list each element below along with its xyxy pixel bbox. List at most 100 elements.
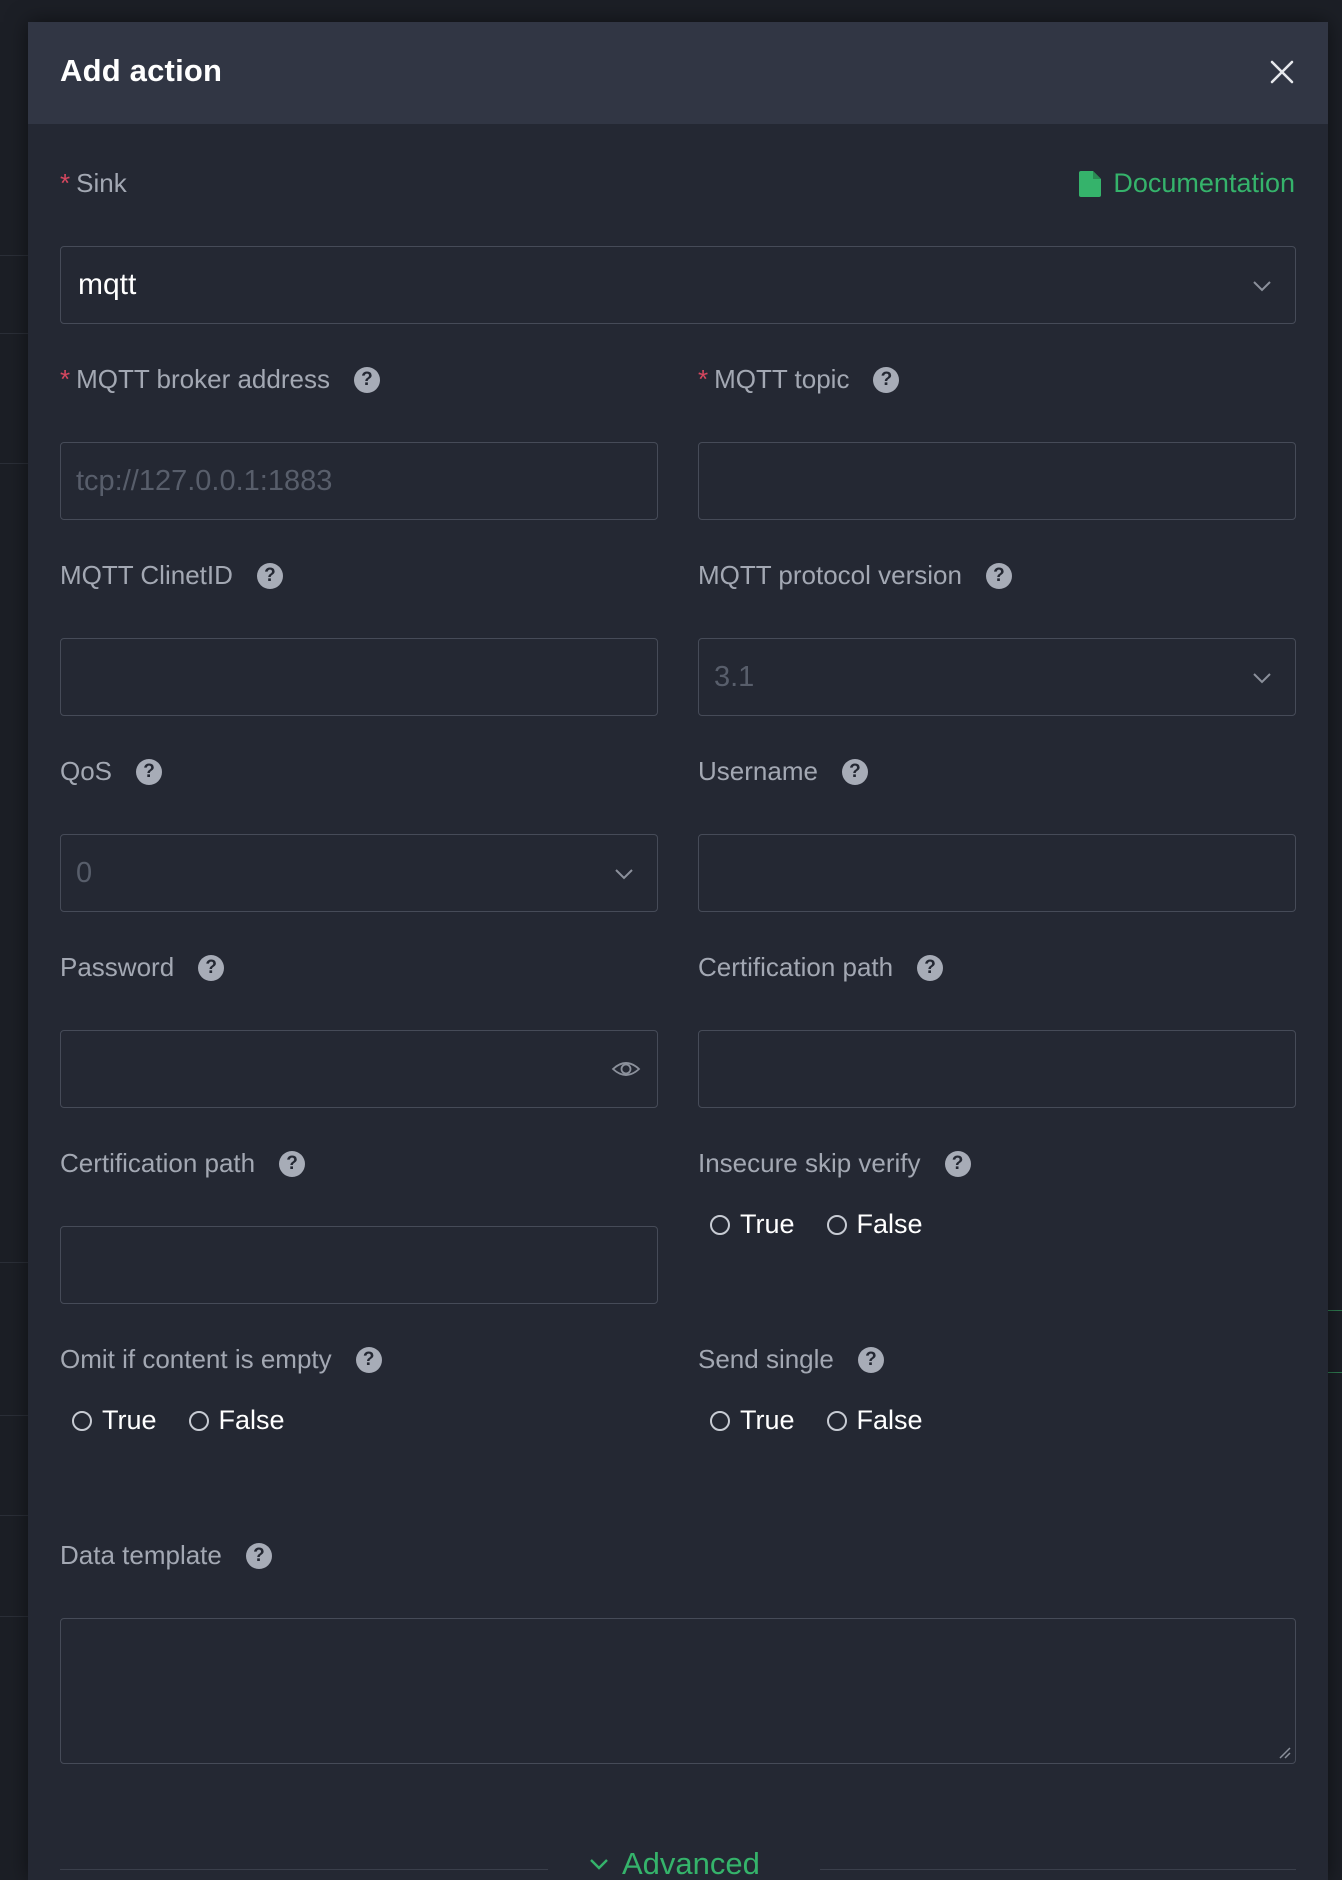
chevron-down-icon [590, 1859, 608, 1870]
radio-circle [826, 1410, 847, 1431]
background-divider [1328, 1310, 1342, 1311]
help-icon[interactable]: ? [841, 758, 868, 785]
advanced-toggle[interactable]: Advanced [588, 1846, 760, 1880]
background-divider [0, 463, 30, 464]
required-mark: * [60, 168, 71, 198]
omit-empty-label-text: Omit if content is empty [60, 1344, 332, 1374]
topic-label-text: MQTT topic [714, 364, 850, 394]
topic-label: * MQTT topic ? [698, 364, 900, 395]
background-divider [0, 1515, 30, 1516]
background-divider [0, 1616, 30, 1617]
help-icon[interactable]: ? [857, 1346, 884, 1373]
broker-placeholder: tcp://127.0.0.1:1883 [76, 465, 333, 497]
resize-handle-icon[interactable] [1277, 1745, 1291, 1759]
password-label: Password ? [60, 952, 225, 983]
broker-address-input[interactable]: tcp://127.0.0.1:1883 [60, 442, 658, 520]
documentation-link[interactable]: Documentation [1079, 168, 1295, 199]
omit-empty-false-radio[interactable]: False [188, 1405, 285, 1436]
sink-label-text: Sink [76, 168, 127, 198]
radio-circle [72, 1410, 92, 1431]
username-label-text: Username [698, 756, 818, 786]
protocol-label-text: MQTT protocol version [698, 560, 962, 590]
data-template-textarea[interactable] [60, 1618, 1296, 1764]
background-divider [1328, 1372, 1342, 1373]
cert-path-2-input[interactable] [60, 1226, 658, 1304]
client-id-label: MQTT ClinetID ? [60, 560, 283, 591]
broker-label: * MQTT broker address ? [60, 364, 380, 395]
help-icon[interactable]: ? [355, 1346, 382, 1373]
radio-circle [826, 1214, 847, 1235]
username-label: Username ? [698, 756, 868, 787]
password-label-text: Password [60, 952, 175, 982]
omit-empty-radio-group: True False [72, 1405, 317, 1436]
qos-placeholder: 0 [76, 857, 93, 889]
radio-circle [188, 1410, 209, 1431]
insecure-true-radio[interactable]: True [710, 1209, 795, 1240]
help-icon[interactable]: ? [353, 366, 380, 393]
data-template-label-text: Data template [60, 1540, 222, 1570]
cert-path-2-label-text: Certification path [60, 1148, 256, 1178]
send-single-label: Send single ? [698, 1344, 884, 1375]
help-icon[interactable]: ? [136, 758, 163, 785]
password-input[interactable] [60, 1030, 658, 1108]
omit-empty-true-radio[interactable]: True [72, 1405, 157, 1436]
insecure-label: Insecure skip verify ? [698, 1148, 971, 1179]
radio-label: False [856, 1209, 923, 1239]
insecure-label-text: Insecure skip verify [698, 1148, 921, 1178]
dialog-header: Add action [28, 22, 1328, 124]
cert-path-label-text: Certification path [698, 952, 894, 982]
username-input[interactable] [698, 834, 1296, 912]
background-divider [0, 255, 30, 256]
dialog-body: Documentation * Sink mqtt * MQTT broker … [28, 124, 1328, 1880]
client-id-input[interactable] [60, 638, 658, 716]
eye-icon[interactable] [611, 1056, 641, 1082]
sink-label: * Sink [60, 168, 127, 199]
client-id-label-text: MQTT ClinetID [60, 560, 233, 590]
help-icon[interactable]: ? [245, 1542, 272, 1569]
close-icon[interactable] [1264, 54, 1300, 90]
omit-empty-label: Omit if content is empty ? [60, 1344, 382, 1375]
radio-label: False [856, 1405, 923, 1435]
background-divider [0, 1415, 30, 1416]
radio-circle [710, 1214, 730, 1235]
qos-select[interactable]: 0 [60, 834, 658, 912]
help-icon[interactable]: ? [985, 562, 1012, 589]
insecure-false-radio[interactable]: False [826, 1209, 923, 1240]
broker-label-text: MQTT broker address [76, 364, 330, 394]
sink-select[interactable]: mqtt [60, 246, 1296, 324]
required-mark: * [698, 364, 709, 394]
insecure-radio-group: True False [710, 1209, 955, 1240]
qos-label-text: QoS [60, 756, 113, 786]
sink-value: mqtt [78, 268, 137, 301]
radio-circle [710, 1410, 730, 1431]
help-icon[interactable]: ? [279, 1150, 306, 1177]
chevron-down-icon [615, 869, 633, 880]
protocol-placeholder: 3.1 [714, 661, 755, 693]
advanced-label: Advanced [622, 1846, 760, 1880]
radio-label: False [218, 1405, 285, 1435]
divider [60, 1869, 548, 1870]
add-action-dialog: Add action Documentation * Sink mqtt * M… [28, 22, 1328, 1880]
help-icon[interactable]: ? [944, 1150, 971, 1177]
topic-input[interactable] [698, 442, 1296, 520]
document-icon [1079, 170, 1102, 197]
help-icon[interactable]: ? [917, 954, 944, 981]
chevron-down-icon [1253, 673, 1271, 684]
send-single-true-radio[interactable]: True [710, 1405, 795, 1436]
divider [820, 1869, 1296, 1870]
documentation-label: Documentation [1113, 168, 1295, 198]
dialog-title: Add action [60, 53, 223, 88]
data-template-label: Data template ? [60, 1540, 272, 1571]
send-single-false-radio[interactable]: False [826, 1405, 923, 1436]
help-icon[interactable]: ? [873, 366, 900, 393]
cert-path-2-label: Certification path ? [60, 1148, 306, 1179]
chevron-down-icon [1253, 281, 1271, 292]
send-single-radio-group: True False [710, 1405, 955, 1436]
help-icon[interactable]: ? [256, 562, 283, 589]
cert-path-input[interactable] [698, 1030, 1296, 1108]
help-icon[interactable]: ? [198, 954, 225, 981]
protocol-label: MQTT protocol version ? [698, 560, 1012, 591]
send-single-label-text: Send single [698, 1344, 834, 1374]
required-mark: * [60, 364, 71, 394]
protocol-version-select[interactable]: 3.1 [698, 638, 1296, 716]
